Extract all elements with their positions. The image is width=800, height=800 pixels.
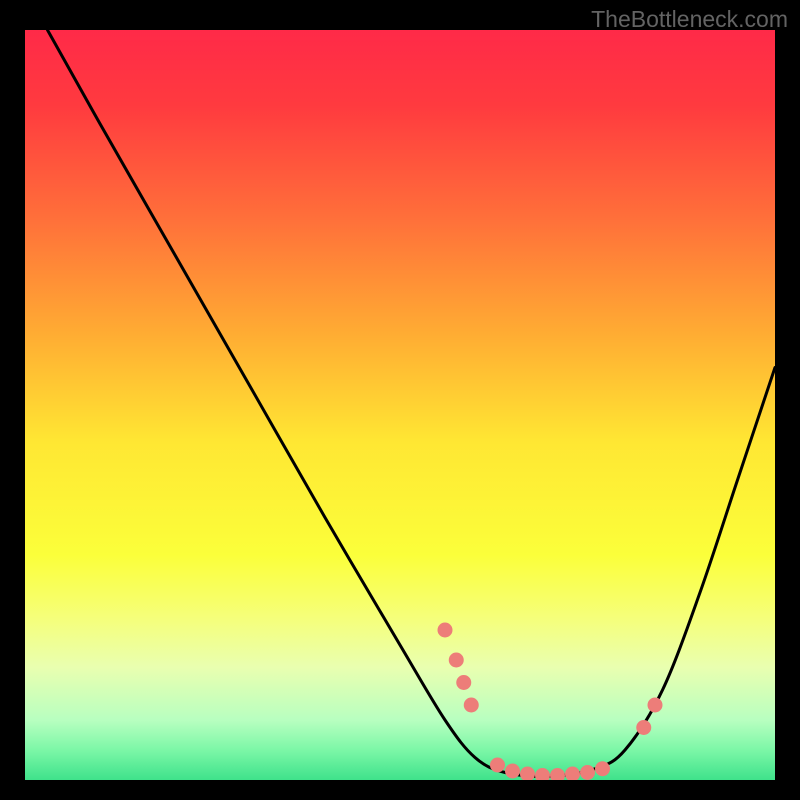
data-marker	[580, 765, 595, 780]
data-marker	[595, 761, 610, 776]
data-marker	[449, 653, 464, 668]
data-marker	[505, 764, 520, 779]
data-marker	[464, 698, 479, 713]
attribution-text: TheBottleneck.com	[591, 6, 788, 33]
gradient-background	[25, 30, 775, 780]
data-marker	[438, 623, 453, 638]
data-marker	[648, 698, 663, 713]
chart-frame	[25, 30, 775, 780]
data-marker	[456, 675, 471, 690]
bottleneck-curve-chart	[25, 30, 775, 780]
data-marker	[490, 758, 505, 773]
data-marker	[636, 720, 651, 735]
